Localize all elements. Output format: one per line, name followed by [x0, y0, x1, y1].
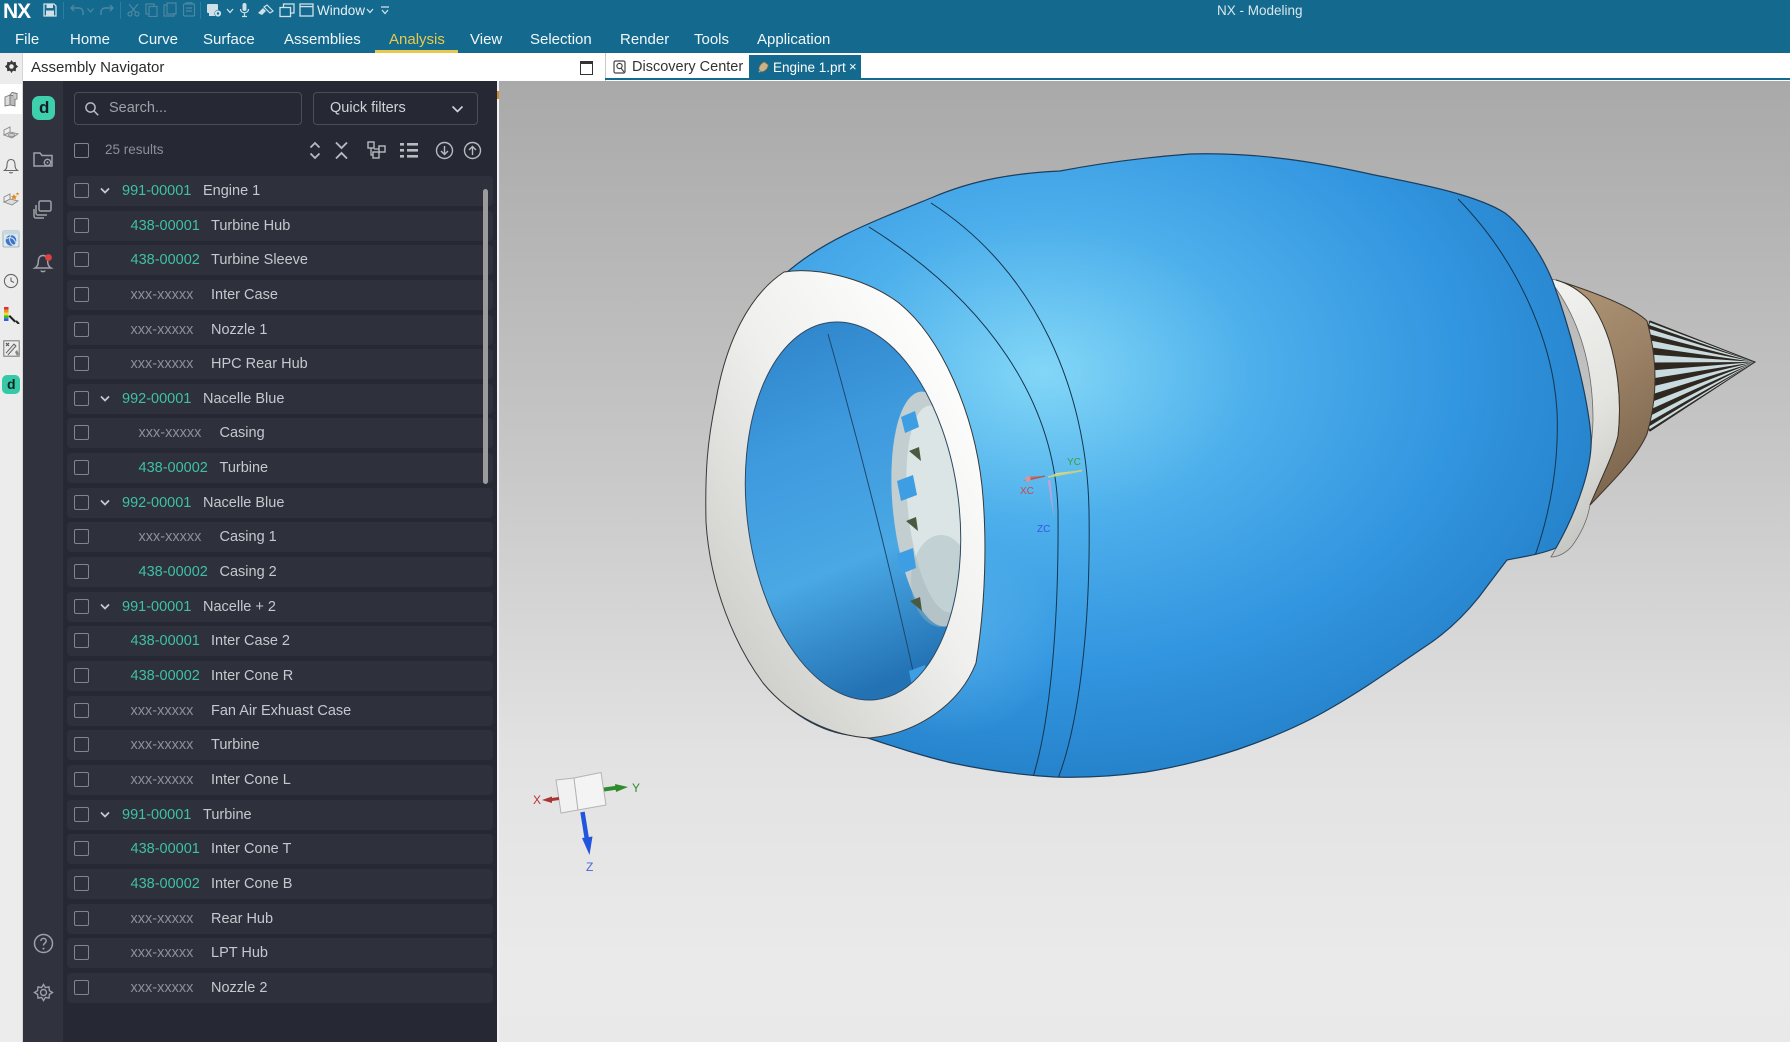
svg-text:Z: Z	[586, 860, 593, 874]
svg-text:YC: YC	[1067, 457, 1081, 468]
svg-text:X: X	[533, 793, 541, 807]
svg-text:ZC: ZC	[1037, 524, 1050, 535]
svg-text:XC: XC	[1020, 486, 1034, 497]
svg-text:Y: Y	[632, 781, 640, 795]
